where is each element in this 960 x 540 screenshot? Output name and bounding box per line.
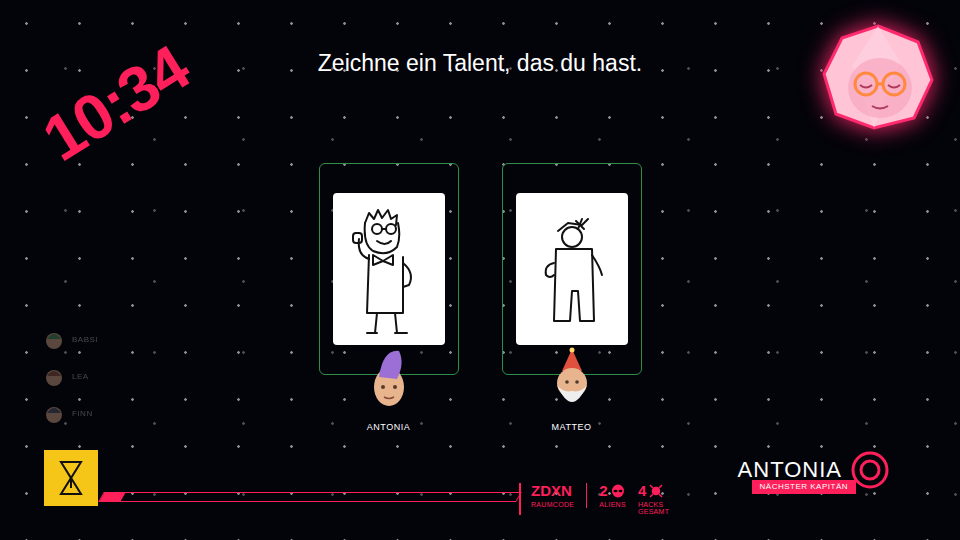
prompt: Zeichne ein Talent, das du hast. — [318, 50, 642, 76]
player-item: BABSI — [44, 330, 240, 350]
game-screen: 10:34 Zeichne ein Talent, das du hast. BAB… — [0, 0, 960, 540]
submission[interactable]: ANTONIA — [319, 163, 459, 435]
hourglass-button[interactable] — [44, 450, 98, 506]
captain: ANTONIANÄCHSTER KAPITÄN — [738, 450, 890, 494]
player-avatar-icon — [44, 404, 64, 424]
mohawk-avatar-icon — [365, 347, 413, 411]
timer: 10:34 — [33, 35, 207, 185]
footer: ZDXNRAUMCODE 2ALIENS 4HACKS GESAMT ANTONIAN… — [0, 450, 960, 540]
figure-drawing — [516, 193, 628, 345]
host-avatar-icon — [818, 22, 938, 132]
progress-area — [44, 450, 519, 506]
hack-icon — [649, 484, 663, 498]
player-item: LEA — [44, 367, 240, 387]
player-item: FINN — [44, 404, 240, 424]
submission-player: MATTEO — [552, 421, 592, 435]
submission-player: ANTONIA — [367, 421, 410, 435]
singer-drawing — [333, 193, 445, 345]
submission-card[interactable] — [319, 163, 459, 375]
player-avatar-icon — [44, 367, 64, 387]
drawing-canvas — [333, 193, 445, 345]
captain-ring-icon — [850, 450, 890, 490]
player-avatar-icon — [44, 330, 64, 350]
stats: ZDXNRAUMCODE 2ALIENS 4HACKS GESAMT — [519, 483, 706, 515]
progress-bar — [98, 492, 522, 502]
stat: 2ALIENS — [599, 483, 626, 508]
hat-avatar-icon — [548, 347, 596, 411]
drawing-canvas — [516, 193, 628, 345]
host-area — [720, 0, 960, 150]
player-list: BABSI LEA FINN — [0, 150, 240, 450]
progress-fill — [100, 493, 125, 501]
prompt-area: Zeichne ein Talent, das du hast. — [240, 0, 720, 150]
timer-area: 10:34 — [0, 0, 240, 150]
captain-label: NÄCHSTER KAPITÄN — [752, 480, 856, 494]
header: 10:34 Zeichne ein Talent, das du hast. — [0, 0, 960, 150]
main: BABSI LEA FINN ANTONIA MATTEO — [0, 150, 960, 450]
submission-card[interactable] — [502, 163, 642, 375]
submission[interactable]: MATTEO — [502, 163, 642, 435]
alien-icon — [611, 484, 625, 498]
player-avatar — [365, 347, 413, 411]
hourglass-icon — [58, 460, 84, 496]
player-avatar — [548, 347, 596, 411]
stat: ZDXNRAUMCODE — [531, 483, 587, 508]
submissions: ANTONIA MATTEO — [240, 150, 720, 450]
stat: 4HACKS GESAMT — [638, 483, 694, 515]
right-spacer — [720, 150, 960, 450]
